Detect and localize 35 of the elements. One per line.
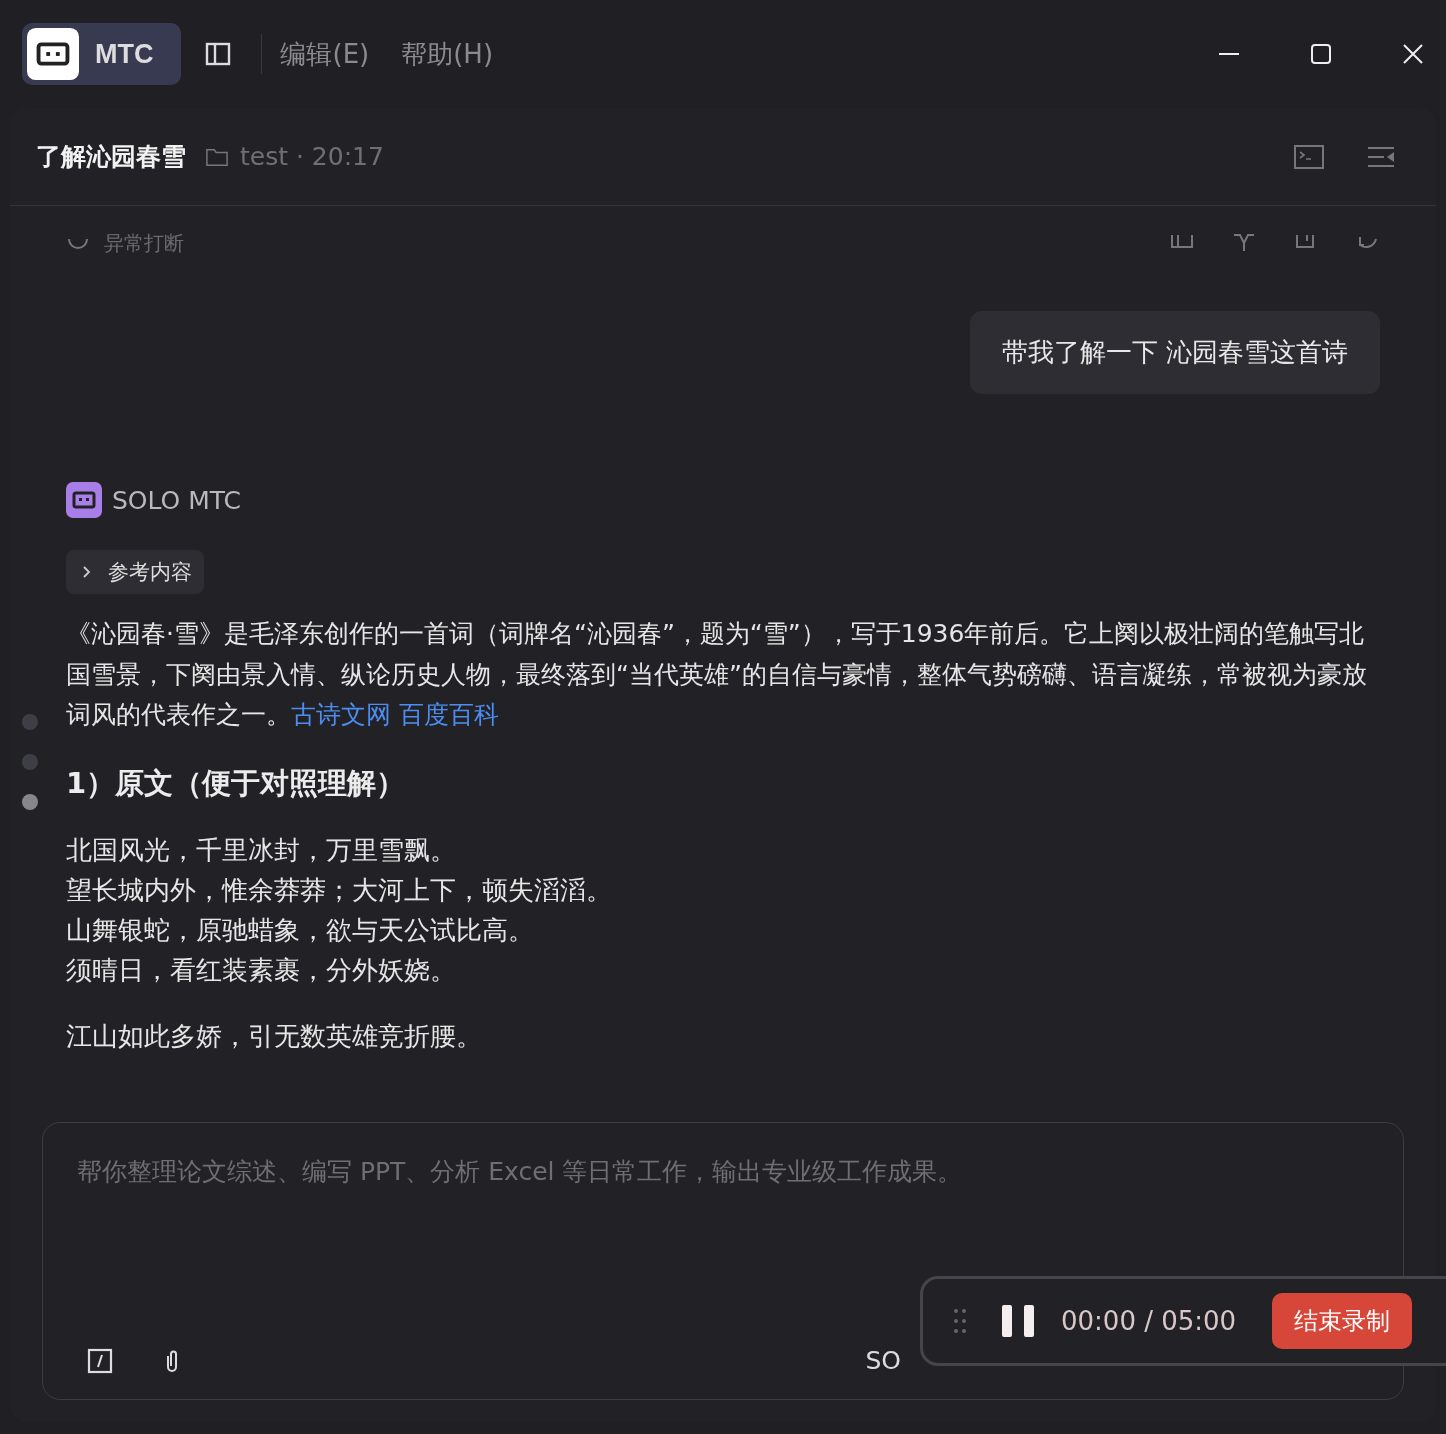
source-link[interactable]: 古诗文网 [291,700,391,729]
chevron-icon [82,565,92,579]
slash-command-icon[interactable] [87,1346,113,1375]
timeline-dot[interactable] [22,794,38,810]
interrupted-label: 异常打断 [104,229,184,257]
section-heading: 1）原文（便于对照理解） [66,764,407,802]
conversation-title: 了解沁园春雪 [36,141,186,173]
references-toggle[interactable]: 参考内容 [66,550,204,594]
timeline-dot[interactable] [22,754,38,770]
folder-time-label: test · 20:17 [240,142,384,171]
recording-timer: 00:00 / 05:00 [1061,1306,1237,1336]
menu-item[interactable]: 帮助(H) [401,36,494,72]
folder-icon [206,146,228,167]
sidebar-toggle-icon[interactable] [205,41,232,67]
app-menu-button[interactable]: MTC [22,23,182,85]
poem-line: 望长城内外，惟余莽莽；大河上下，顿失滔滔。 [66,873,613,907]
robot-avatar-icon [66,482,102,518]
stop-recording-button[interactable]: 结束录制 [1272,1293,1413,1349]
menu-item[interactable]: 编辑(E) [280,36,370,72]
close-icon[interactable] [1402,43,1424,65]
poem-line: 须晴日，看红装素裹，分外妖娆。 [66,953,457,987]
answer-paragraph: 《沁园春·雪》是毛泽东创作的一首词（词牌名“沁园春”，题为“雪”），写于1936年前后。它上阕以极壮阔的笔触写北国雪景，下阕由景入情、纵论历史人物，最终落到“当代英雄”的自信与豪情，整体气势磅礴、语言凝练，常被视为豪放词风的代表作之一。古诗文网 百度百科 [66,618,1368,731]
poem-line: 山舞银蛇，原驰蜡象，欲与天公试比高。 [66,913,535,947]
timeline-dot[interactable] [22,714,38,730]
poem-line: 北国风光，千里冰封，万里雪飘。 [66,833,457,867]
poem-line: 江山如此多娇，引无数英雄竞折腰。 [66,1019,483,1053]
pause-icon[interactable] [1001,1304,1035,1338]
maximize-icon[interactable] [1310,43,1332,65]
assistant-name: SOLO MTC [112,485,242,515]
user-message: 带我了解一下 沁园春雪这首诗 [969,311,1380,394]
robot-logo-icon [27,28,79,80]
drag-handle-icon[interactable] [953,1308,967,1334]
mode-label[interactable]: SO [865,1346,901,1375]
source-link[interactable]: 百度百科 [398,700,499,729]
terminal-icon[interactable] [1294,143,1324,170]
